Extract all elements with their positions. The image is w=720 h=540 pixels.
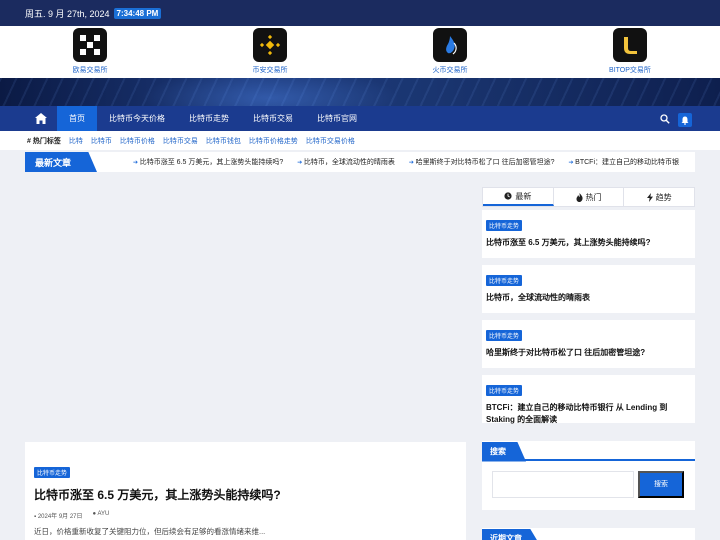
sidebar-post: 比特币走势 哈里斯终于对比特币松了口 往后加密管坦途? [482, 320, 695, 368]
tab-latest-label: 最新 [515, 191, 532, 201]
ticker-item-text: 比特币涨至 6.5 万美元，其上涨势头能持续吗? [133, 159, 283, 166]
article-date-text: 2024年 9月 27日 [37, 514, 83, 520]
bell-icon [681, 116, 689, 125]
sidebar-post: 比特币走势 BTCFi：建立自己的移动比特币银行 从 Lending 到 Sta… [482, 375, 695, 426]
search-submit-button[interactable]: 搜索 [638, 471, 684, 498]
nav-item-trading[interactable]: 比特币交易 [241, 106, 305, 131]
nav-item-price-today[interactable]: 比特币今天价格 [97, 106, 177, 131]
nav-home-button[interactable] [25, 106, 57, 131]
article-author[interactable]: ● AYU [93, 511, 110, 520]
hash-icon: # [27, 137, 31, 145]
current-date: 周五. 9 月 27th, 2024 [25, 8, 110, 19]
exchange-strip: 欧易交易所 币安交易所 火币交易所 BITOP交易所 [0, 26, 720, 78]
ticker-item[interactable]: 比特币，全球流动性的晴雨表 [297, 157, 395, 167]
tag-link[interactable]: 比特币价格走势 [249, 136, 298, 146]
huobi-logo-icon [433, 28, 467, 62]
ticker-title: 最新文章 [25, 152, 97, 172]
article-excerpt: 近日，价格重新收复了关键阻力位，但后续会有足够的看涨情绪来维... [34, 527, 266, 536]
nav-item-home[interactable]: 首页 [57, 106, 97, 131]
sidebar-post-title[interactable]: BTCFi：建立自己的移动比特币银行 从 Lending 到 Staking 的… [486, 402, 691, 426]
recent-posts-widget: 近期文章 [482, 528, 695, 540]
nav-item-trend[interactable]: 比特币走势 [177, 106, 241, 131]
search-button[interactable] [660, 111, 670, 129]
user-icon: ● [92, 511, 97, 517]
fire-icon [576, 192, 583, 202]
header-banner [0, 78, 720, 106]
sidebar-post: 比特币走势 比特币涨至 6.5 万美元，其上涨势头能持续吗? [482, 210, 695, 258]
tab-popular-label: 热门 [585, 192, 602, 202]
category-badge[interactable]: 比特币走势 [34, 467, 71, 478]
home-icon [35, 113, 47, 124]
category-badge[interactable]: 比特币走势 [486, 385, 523, 396]
hot-tags-title: # 热门标签 [27, 136, 61, 146]
tag-link[interactable]: 比特币价格 [120, 136, 155, 146]
exchange-link-bitop[interactable]: BITOP交易所 [585, 28, 675, 75]
notification-button[interactable] [678, 113, 692, 127]
latest-posts-ticker: 最新文章 比特币涨至 6.5 万美元，其上涨势头能持续吗? 比特币，全球流动性的… [25, 152, 695, 172]
ticker-item[interactable]: BTCFi：建立自己的移动比特币银 [568, 157, 679, 167]
search-icon [660, 114, 670, 124]
okx-logo-icon [73, 28, 107, 62]
exchange-label: 火币交易所 [432, 67, 468, 74]
ticker-item-text: 哈里斯终于对比特币松了口 往后加密管坦途? [409, 159, 555, 166]
main-nav: 首页 比特币今天价格 比特币走势 比特币交易 比特币官网 [0, 106, 720, 131]
search-widget-title: 搜索 [482, 441, 526, 462]
tag-link[interactable]: 比特币钱包 [206, 136, 241, 146]
sidebar-tabs: 最新 热门 趋势 [482, 187, 695, 207]
tag-link[interactable]: 比特 [69, 136, 83, 146]
ticker-item-text: 比特币，全球流动性的晴雨表 [297, 159, 395, 166]
sidebar-post-title[interactable]: 哈里斯终于对比特币松了口 往后加密管坦途? [486, 347, 691, 359]
tag-link[interactable]: 比特币 [91, 136, 112, 146]
bolt-icon [646, 192, 653, 202]
hot-tags-bar: # 热门标签 比特 比特币 比特币价格 比特币交易 比特币钱包 比特币价格走势 … [0, 131, 720, 150]
bitop-logo-icon [613, 28, 647, 62]
article-date: ▪ 2024年 9月 27日 [34, 511, 83, 520]
clock-icon [504, 192, 512, 200]
tab-latest[interactable]: 最新 [483, 188, 554, 206]
category-badge[interactable]: 比特币走势 [486, 220, 523, 231]
top-bar: 周五. 9 月 27th, 2024 7:34:48 PM [0, 0, 720, 26]
hot-tags-label: 热门标签 [32, 137, 61, 145]
tag-link[interactable]: 比特币交易 [163, 136, 198, 146]
exchange-link-okx[interactable]: 欧易交易所 [45, 28, 135, 75]
category-badge[interactable]: 比特币走势 [486, 275, 523, 286]
ticker-item[interactable]: 哈里斯终于对比特币松了口 往后加密管坦途? [409, 157, 555, 167]
tab-popular[interactable]: 热门 [554, 188, 625, 206]
article-title[interactable]: 比特币涨至 6.5 万美元，其上涨势头能持续吗? [34, 488, 281, 502]
search-widget: 搜索 搜索 [482, 441, 695, 510]
current-time: 7:34:48 PM [113, 7, 162, 19]
article-card: 比特币走势 比特币涨至 6.5 万美元，其上涨势头能持续吗? ▪ 2024年 9… [25, 442, 466, 540]
exchange-link-huobi[interactable]: 火币交易所 [405, 28, 495, 75]
calendar-icon: ▪ [34, 514, 37, 520]
article-author-text: AYU [97, 511, 110, 517]
nav-item-official-site[interactable]: 比特币官网 [305, 106, 369, 131]
exchange-label: 欧易交易所 [72, 67, 108, 74]
exchange-label: 币安交易所 [252, 67, 288, 74]
sidebar-post-title[interactable]: 比特币涨至 6.5 万美元，其上涨势头能持续吗? [486, 237, 691, 249]
exchange-link-binance[interactable]: 币安交易所 [225, 28, 315, 75]
recent-posts-title: 近期文章 [482, 528, 542, 540]
exchange-label: BITOP交易所 [609, 67, 651, 74]
ticker-item[interactable]: 比特币涨至 6.5 万美元，其上涨势头能持续吗? [133, 157, 283, 167]
search-input[interactable] [492, 471, 634, 498]
tab-trending[interactable]: 趋势 [624, 188, 694, 206]
binance-logo-icon [253, 28, 287, 62]
tag-link[interactable]: 比特币交易价格 [306, 136, 355, 146]
ticker-item-text: BTCFi：建立自己的移动比特币银 [568, 159, 679, 166]
sidebar-post-title[interactable]: 比特币，全球流动性的晴雨表 [486, 292, 691, 304]
sidebar-post: 比特币走势 比特币，全球流动性的晴雨表 [482, 265, 695, 313]
category-badge[interactable]: 比特币走势 [486, 330, 523, 341]
tab-trending-label: 趋势 [655, 192, 672, 202]
